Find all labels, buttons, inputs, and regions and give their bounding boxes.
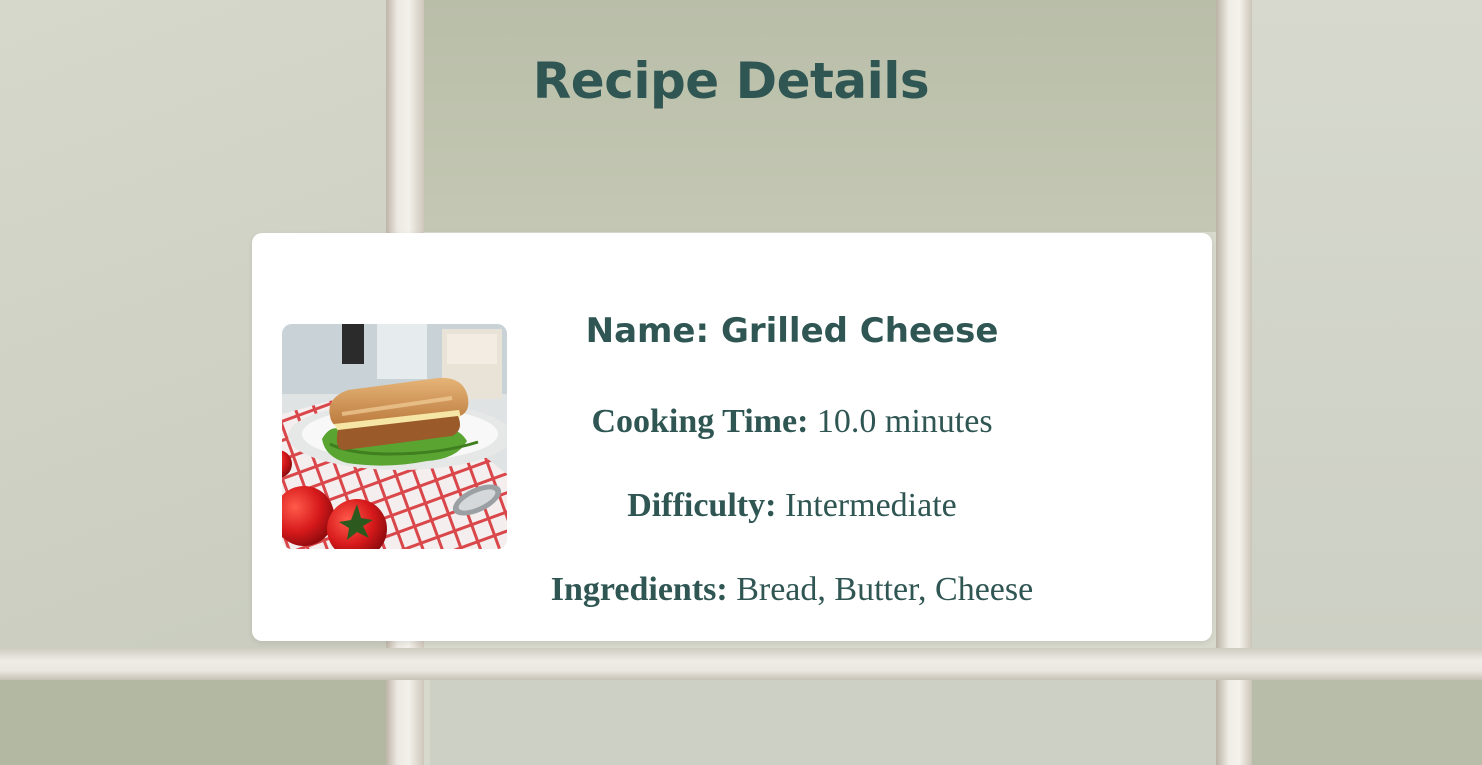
cooking-time: Cooking Time: 10.0 minutes bbox=[502, 403, 1082, 441]
difficulty-label: Difficulty: bbox=[627, 487, 777, 524]
ingredients-value: Bread, Butter, Cheese bbox=[736, 571, 1034, 608]
ingredients: Ingredients: Bread, Butter, Cheese bbox=[502, 571, 1082, 609]
ingredients-label: Ingredients: bbox=[550, 571, 728, 608]
tile-grout bbox=[0, 648, 1482, 680]
wall-tile bbox=[1252, 680, 1482, 765]
difficulty-value: Intermediate bbox=[784, 487, 957, 524]
recipe-card: Name: Grilled Cheese Cooking Time: 10.0 … bbox=[252, 233, 1212, 641]
cooking-time-value: 10.0 minutes bbox=[816, 403, 993, 440]
difficulty: Difficulty: Intermediate bbox=[502, 487, 1082, 525]
wall-tile bbox=[0, 680, 392, 765]
recipe-image bbox=[282, 324, 507, 549]
recipe-name-label: Name: bbox=[585, 311, 710, 351]
recipe-name: Name: Grilled Cheese bbox=[542, 311, 1042, 351]
wall-tile bbox=[430, 680, 1216, 765]
wall-tile bbox=[424, 0, 1216, 232]
recipe-info: Name: Grilled Cheese Cooking Time: 10.0 … bbox=[542, 233, 1042, 641]
recipe-name-value: Grilled Cheese bbox=[720, 311, 999, 351]
page-title: Recipe Details bbox=[532, 52, 930, 110]
cooking-time-label: Cooking Time: bbox=[591, 403, 809, 440]
